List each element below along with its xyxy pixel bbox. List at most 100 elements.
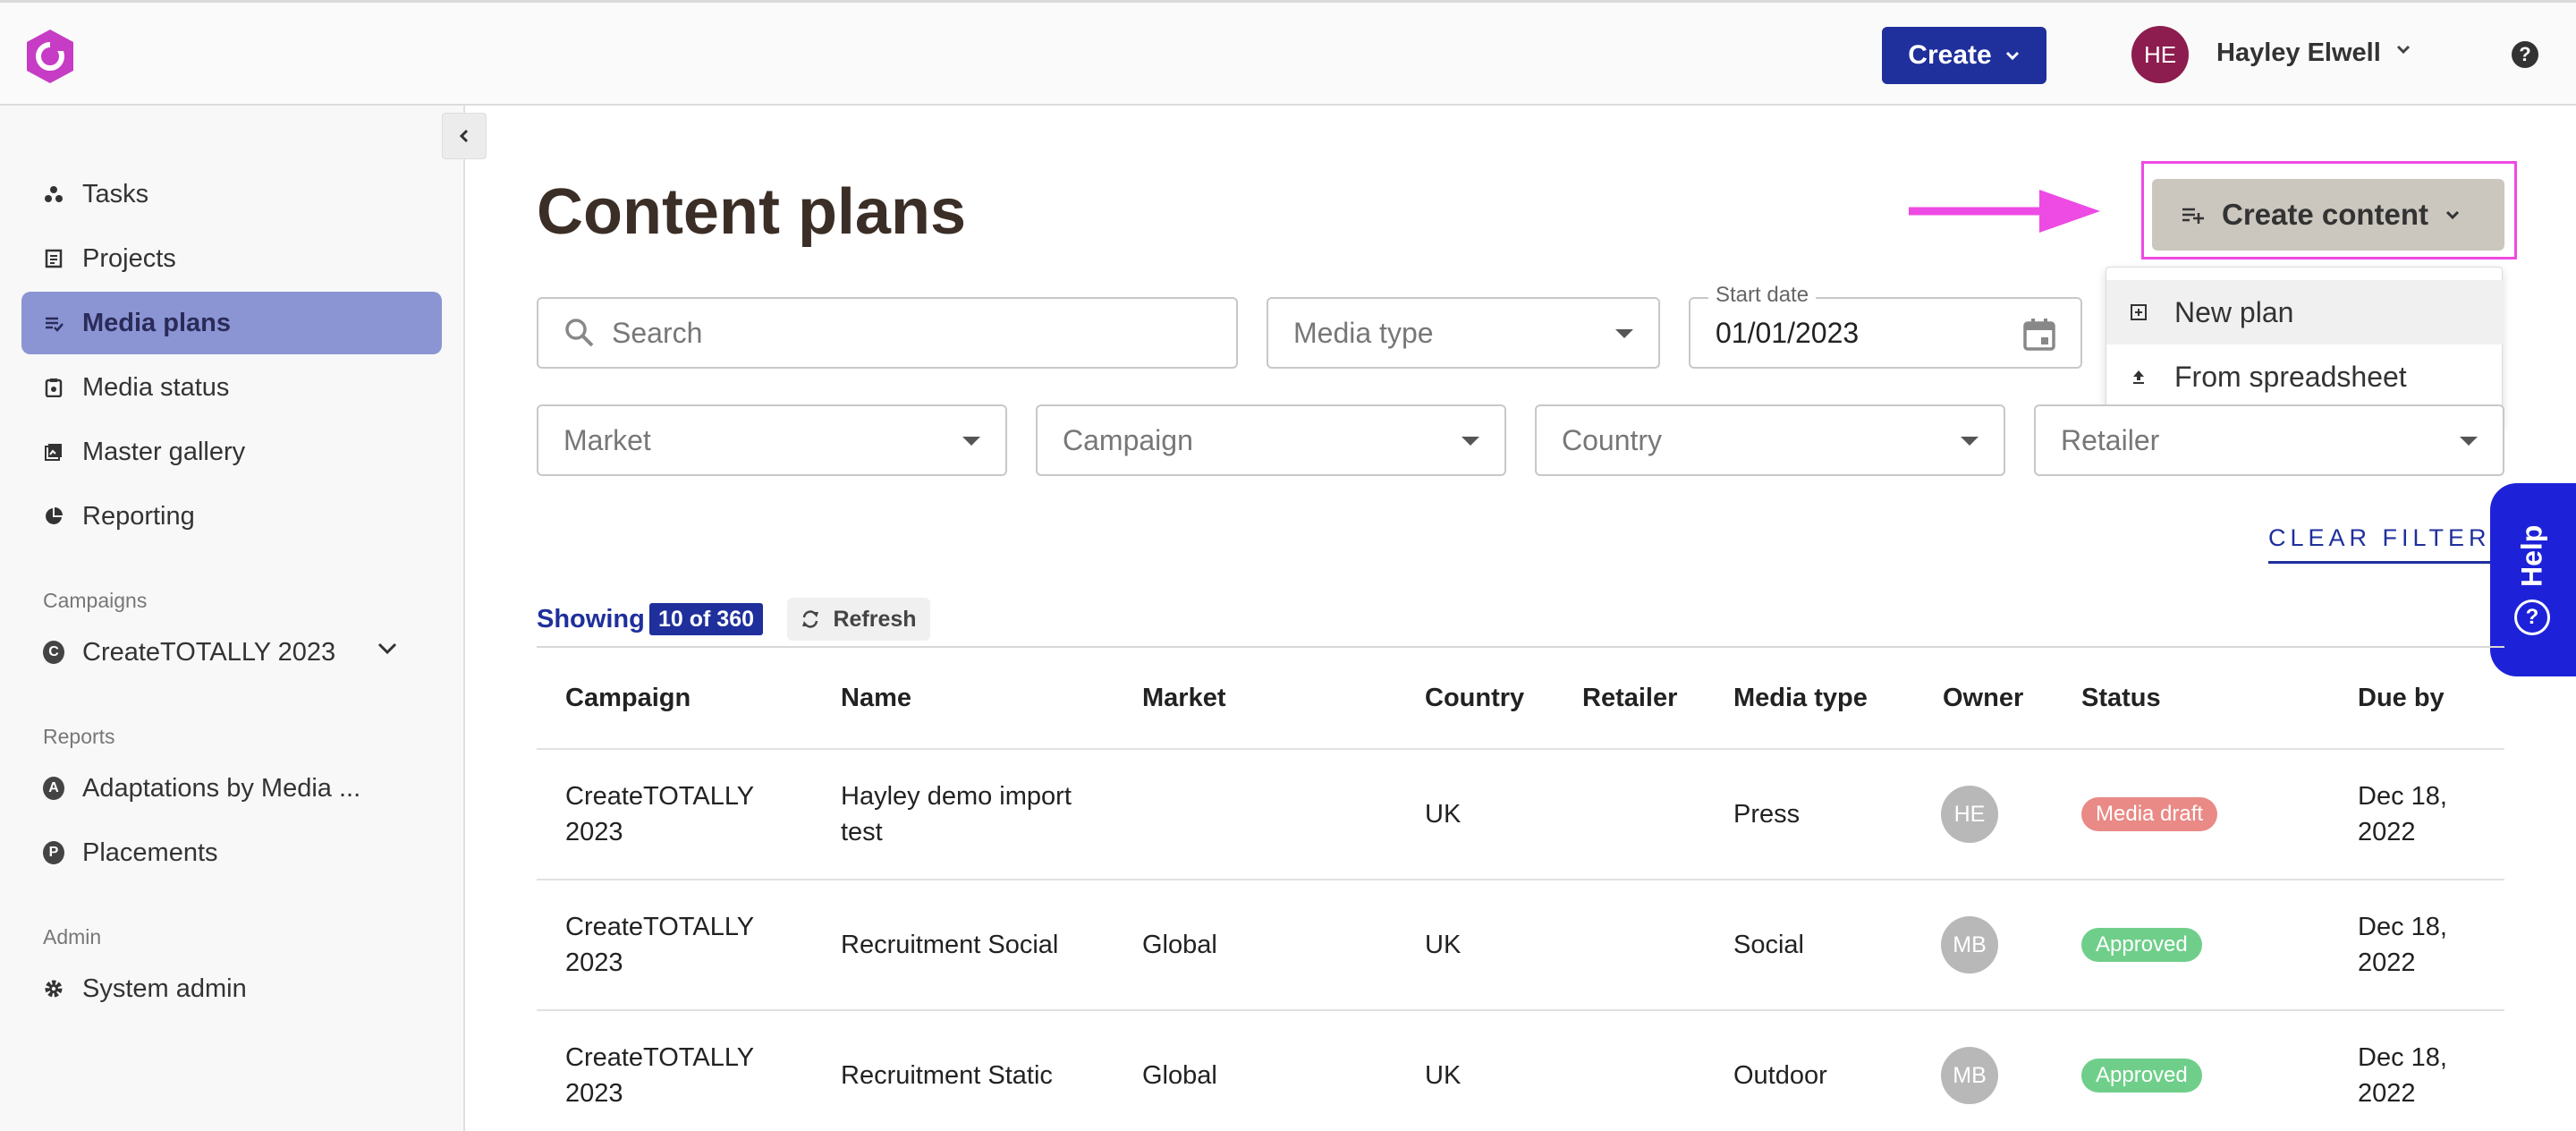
refresh-icon	[802, 610, 819, 628]
column-header-media-type[interactable]: Media type	[1733, 684, 1868, 713]
cell-due-by: Dec 18, 2022	[2358, 1043, 2447, 1108]
create-button[interactable]: Create	[1882, 27, 2046, 84]
sidebar-item-label: CreateTOTALLY 2023	[82, 637, 336, 667]
cell-campaign[interactable]: CreateTOTALLY 2023	[565, 778, 754, 850]
create-content-button[interactable]: Create content	[2152, 179, 2504, 251]
gear-icon	[43, 978, 64, 999]
menu-item-new-plan[interactable]: New plan	[2106, 280, 2504, 344]
sidebar-item-media-plans[interactable]: Media plans	[21, 292, 442, 354]
menu-item-label: From spreadsheet	[2174, 360, 2407, 393]
start-date-input[interactable]: 01/01/2023	[1689, 297, 2082, 369]
cell-media-type: Social	[1733, 931, 1804, 959]
reports-section-label: Reports	[43, 725, 115, 748]
sidebar-item-master-gallery[interactable]: Master gallery	[21, 421, 442, 483]
user-avatar[interactable]: HE	[2131, 26, 2189, 83]
refresh-button[interactable]: Refresh	[787, 598, 930, 641]
sidebar-item-system-admin[interactable]: System admin	[21, 957, 442, 1020]
help-circle-icon: ?	[2514, 600, 2550, 635]
sidebar-item-label: Tasks	[82, 179, 149, 208]
owner-avatar[interactable]: HE	[1941, 786, 1998, 843]
row-divider	[537, 748, 2504, 750]
tasks-icon	[43, 183, 64, 205]
status-badge: Media draft	[2081, 797, 2218, 831]
media-type-select[interactable]: Media type	[1267, 297, 1660, 369]
user-menu-chevron-icon[interactable]	[2395, 44, 2411, 55]
cell-name[interactable]: Recruitment Social	[841, 927, 1058, 963]
retailer-select[interactable]: Retailer	[2034, 404, 2504, 476]
column-header-due-by[interactable]: Due by	[2358, 684, 2445, 713]
dropdown-caret-icon	[1961, 437, 1979, 446]
sidebar-item-label: Projects	[82, 243, 176, 273]
search-icon	[565, 319, 594, 347]
start-date-value: 01/01/2023	[1716, 316, 1860, 349]
column-header-owner[interactable]: Owner	[1943, 684, 2023, 713]
gallery-icon	[43, 441, 64, 463]
column-header-retailer[interactable]: Retailer	[1582, 684, 1677, 713]
status-badge: Approved	[2081, 1059, 2202, 1093]
sidebar-item-label: Media status	[82, 372, 230, 402]
column-header-market[interactable]: Market	[1142, 684, 1226, 713]
sidebar-item-reporting[interactable]: Reporting	[21, 485, 442, 548]
row-divider	[537, 879, 2504, 880]
owner-avatar[interactable]: MB	[1941, 1047, 1998, 1104]
dropdown-caret-icon	[2460, 437, 2478, 446]
campaign-select[interactable]: Campaign	[1036, 404, 1506, 476]
dropdown-caret-icon	[1462, 437, 1479, 446]
search-input[interactable]: Search	[537, 297, 1238, 369]
app-logo-icon[interactable]	[21, 28, 79, 85]
sidebar-item-label: Media plans	[82, 308, 231, 337]
cell-market: Global	[1142, 931, 1217, 959]
report-letter-icon: A	[43, 777, 64, 800]
cell-media-type: Outdoor	[1733, 1061, 1827, 1090]
campaign-letter-icon: C	[43, 641, 64, 664]
projects-icon	[43, 248, 64, 269]
campaigns-section-label: Campaigns	[43, 589, 148, 612]
chevron-down-icon[interactable]	[376, 641, 399, 657]
menu-item-from-spreadsheet[interactable]: From spreadsheet	[2106, 344, 2504, 409]
sidebar-collapse-button[interactable]	[442, 113, 487, 159]
sidebar-item-tasks[interactable]: Tasks	[21, 163, 442, 225]
column-header-status[interactable]: Status	[2081, 684, 2161, 713]
sidebar-item-media-status[interactable]: Media status	[21, 356, 442, 419]
report-letter-icon: P	[43, 841, 64, 864]
create-button-label: Create	[1908, 40, 1992, 70]
media-status-icon	[43, 377, 64, 398]
sidebar-item-placements[interactable]: P Placements	[21, 821, 442, 884]
retailer-placeholder: Retailer	[2061, 423, 2160, 456]
column-header-campaign[interactable]: Campaign	[565, 684, 691, 713]
sidebar-item-label: System admin	[82, 974, 247, 1003]
column-header-country[interactable]: Country	[1425, 684, 1524, 713]
sidebar-item-label: Reporting	[82, 501, 195, 531]
sidebar-item-label: Adaptations by Media ...	[82, 773, 361, 803]
row-divider	[537, 1009, 2504, 1011]
help-question-icon[interactable]: ?	[2512, 41, 2538, 68]
cell-name[interactable]: Hayley demo import test	[841, 778, 1072, 850]
dropdown-caret-icon	[1615, 329, 1633, 338]
status-badge: Approved	[2081, 928, 2202, 962]
country-select[interactable]: Country	[1535, 404, 2005, 476]
media-type-placeholder: Media type	[1293, 316, 1434, 349]
column-header-name[interactable]: Name	[841, 684, 911, 713]
page-title: Content plans	[537, 176, 966, 248]
refresh-label: Refresh	[833, 606, 917, 632]
cell-due-by: Dec 18, 2022	[2358, 782, 2447, 846]
user-name[interactable]: Hayley Elwell	[2216, 38, 2381, 68]
cell-country: UK	[1425, 800, 1462, 829]
chevron-down-icon	[2005, 51, 2019, 61]
country-placeholder: Country	[1562, 423, 1663, 456]
media-plans-icon	[43, 312, 64, 334]
cell-name[interactable]: Recruitment Static	[841, 1058, 1053, 1093]
owner-avatar[interactable]: MB	[1941, 916, 1998, 974]
market-select[interactable]: Market	[537, 404, 1007, 476]
clear-filters-button[interactable]: CLEAR FILTERS	[2268, 524, 2512, 564]
create-content-label: Create content	[2222, 198, 2429, 231]
admin-section-label: Admin	[43, 925, 102, 948]
calendar-icon[interactable]	[2021, 317, 2057, 353]
cell-campaign[interactable]: CreateTOTALLY 2023	[565, 1040, 754, 1111]
cell-campaign[interactable]: CreateTOTALLY 2023	[565, 909, 754, 981]
market-placeholder: Market	[564, 423, 651, 456]
sidebar-item-adaptations[interactable]: A Adaptations by Media ...	[21, 757, 442, 820]
sidebar-item-projects[interactable]: Projects	[21, 227, 442, 290]
cell-country: UK	[1425, 931, 1462, 959]
upload-icon	[2133, 370, 2144, 384]
